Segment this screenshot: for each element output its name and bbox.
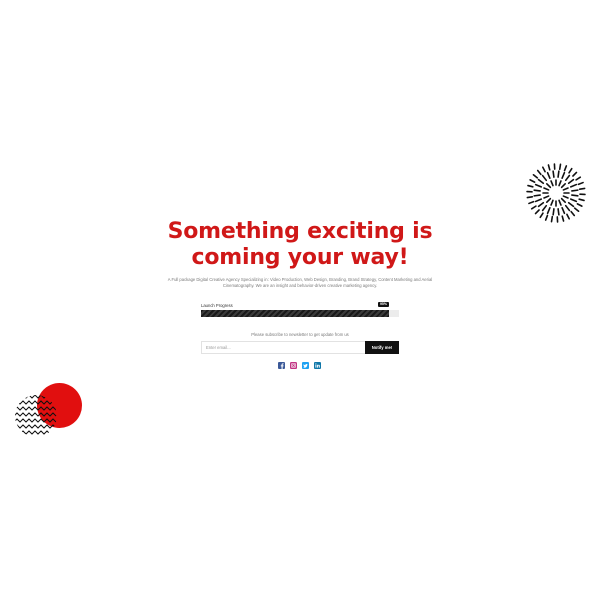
burst-line	[569, 198, 578, 203]
coming-soon-page: Something exciting is coming your way! A…	[0, 0, 600, 600]
burst-line	[576, 203, 583, 207]
burst-line	[537, 201, 545, 208]
burst-line	[550, 180, 554, 187]
burst-line	[552, 170, 555, 178]
email-field[interactable]	[201, 341, 365, 354]
progress-percent-badge: 95%	[377, 302, 389, 307]
burst-line	[532, 173, 539, 179]
launch-progress: Launch Progress 95%	[201, 302, 399, 317]
burst-line	[534, 183, 543, 188]
agency-description: A Full package Digital Creative Agency S…	[167, 277, 433, 288]
newsletter-prompt: Please subscribe to newsletter to get up…	[251, 332, 349, 337]
burst-line	[571, 194, 579, 197]
burst-line	[560, 183, 566, 189]
burst-line	[546, 197, 552, 203]
burst-line	[546, 183, 552, 189]
burst-line	[575, 176, 582, 181]
burst-line	[543, 187, 550, 191]
burst-line	[570, 210, 576, 217]
burst-decoration-icon	[526, 163, 586, 223]
burst-line	[530, 205, 537, 210]
burst-line	[558, 180, 562, 187]
progress-label: Launch Progress	[201, 303, 233, 308]
burst-line	[527, 184, 534, 188]
burst-line	[557, 208, 560, 216]
page-title: Something exciting is coming your way!	[167, 219, 433, 270]
burst-line	[537, 178, 545, 185]
burst-line	[567, 178, 575, 185]
burst-line	[534, 209, 540, 215]
notify-button[interactable]: Notify me!	[365, 341, 399, 354]
progress-fill	[201, 310, 390, 317]
burst-line	[533, 189, 541, 192]
burst-line	[541, 204, 548, 212]
newsletter-form: Notify me!	[201, 341, 399, 354]
burst-line	[569, 183, 578, 188]
burst-line	[571, 189, 579, 192]
burst-line	[547, 164, 551, 171]
instagram-icon[interactable]	[290, 362, 297, 369]
burst-line	[526, 195, 534, 199]
burst-line	[561, 206, 566, 215]
burst-line	[568, 167, 573, 174]
burst-line	[567, 201, 575, 208]
burst-line	[546, 171, 551, 180]
burst-line	[546, 206, 551, 215]
burst-line	[564, 174, 571, 182]
burst-line	[578, 198, 585, 202]
burst-line	[562, 187, 569, 191]
twitter-icon[interactable]	[302, 362, 309, 369]
burst-line	[563, 165, 568, 172]
burst-line	[578, 187, 586, 191]
zigzag-pattern-icon	[15, 395, 57, 435]
burst-line	[557, 170, 560, 178]
burst-line	[562, 195, 569, 199]
burst-line	[560, 197, 566, 203]
burst-line	[536, 169, 542, 176]
burst-line	[561, 171, 566, 180]
burst-line	[564, 204, 571, 212]
burst-line	[533, 194, 541, 197]
burst-line	[550, 199, 554, 206]
burst-line	[577, 181, 584, 186]
burst-line	[541, 174, 548, 182]
social-links	[278, 362, 321, 369]
burst-line	[558, 163, 562, 171]
facebook-icon[interactable]	[278, 362, 285, 369]
progress-track	[201, 310, 399, 317]
burst-line	[528, 200, 535, 205]
linkedin-icon[interactable]	[314, 362, 321, 369]
burst-line	[573, 207, 580, 213]
burst-line	[541, 166, 546, 173]
burst-line	[529, 179, 536, 183]
burst-line	[552, 208, 555, 216]
burst-line	[572, 171, 578, 177]
burst-line	[534, 198, 543, 203]
burst-line	[543, 195, 550, 199]
burst-line	[558, 199, 562, 206]
burst-line	[539, 212, 544, 219]
hero-section: Something exciting is coming your way! A…	[0, 219, 600, 289]
